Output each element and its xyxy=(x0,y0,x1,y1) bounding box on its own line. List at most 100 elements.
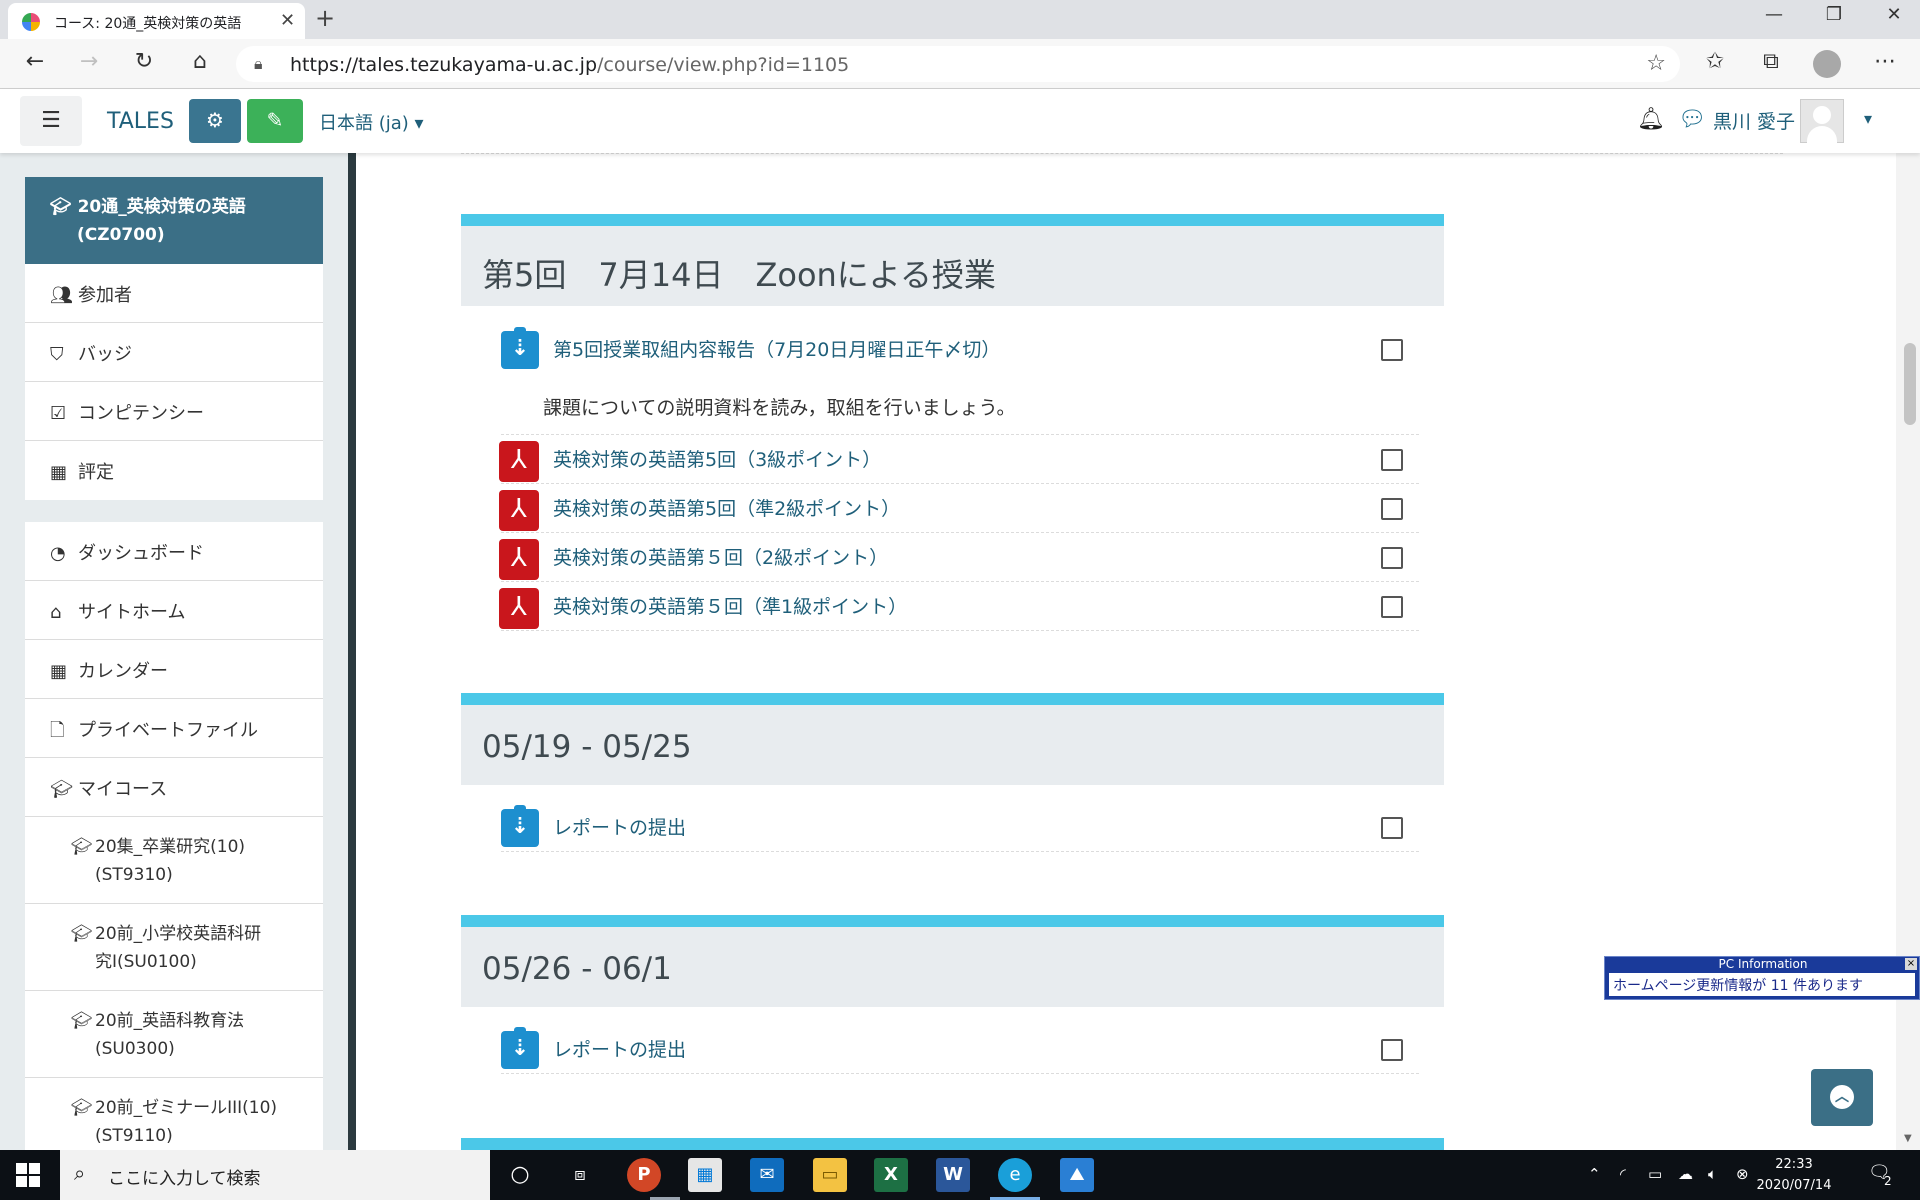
store-icon[interactable]: ▦ xyxy=(688,1158,722,1192)
resource-pdf[interactable]: ⅄ 英検対策の英語第５回（2級ポイント） xyxy=(499,533,1419,582)
activity-link[interactable]: 第5回授業取組内容報告（7月20日月曜日正午〆切） xyxy=(553,335,1000,362)
star-icon[interactable]: ☆ xyxy=(1646,51,1666,76)
close-tab-icon[interactable]: ✕ xyxy=(280,10,295,31)
section-title[interactable]: 05/26 - 06/1 xyxy=(461,915,1444,1007)
url-host: https://tales.tezukayama-u.ac.jp xyxy=(290,54,598,76)
resource-link[interactable]: 英検対策の英語第5回（3級ポイント） xyxy=(553,445,881,472)
excel-icon[interactable]: X xyxy=(874,1158,908,1192)
new-tab-button[interactable]: + xyxy=(315,4,335,32)
more-icon[interactable]: ⋯ xyxy=(1870,49,1900,74)
drawer-item-site-home[interactable]: ⌂ サイトホーム xyxy=(25,581,323,640)
resource-link[interactable]: 英検対策の英語第5回（準2級ポイント） xyxy=(553,494,900,521)
url-input[interactable]: 🔒︎ https://tales.tezukayama-u.ac.jp/cour… xyxy=(236,46,1680,82)
cortana-icon[interactable]: ○ xyxy=(503,1158,537,1192)
onedrive-icon[interactable]: ☁ xyxy=(1678,1165,1693,1183)
completion-checkbox[interactable] xyxy=(1381,547,1403,569)
activity-link[interactable]: レポートの提出 xyxy=(553,1035,686,1062)
maximize-button[interactable]: ❐ xyxy=(1814,4,1854,25)
pdf-icon: ⅄ xyxy=(499,441,539,482)
resource-pdf[interactable]: ⅄ 英検対策の英語第５回（準1級ポイント） xyxy=(499,582,1419,631)
notifications-bell-icon[interactable]: 🔔︎ xyxy=(1637,107,1665,132)
hamburger-icon: ☰ xyxy=(41,108,61,133)
favorites-icon[interactable]: ✩ xyxy=(1700,49,1730,74)
drawer-item-competencies[interactable]: ☑ コンピテンシー xyxy=(25,382,323,441)
drawer-item-badges[interactable]: ⛉ バッジ xyxy=(25,323,323,382)
completion-checkbox[interactable] xyxy=(1381,596,1403,618)
close-window-button[interactable]: ✕ xyxy=(1874,4,1914,25)
language-menu[interactable]: 日本語 (ja) ▾ xyxy=(319,109,424,135)
back-to-top-button[interactable]: ︿ xyxy=(1811,1069,1873,1126)
file-explorer-icon[interactable]: ▭ xyxy=(813,1158,847,1192)
edge-icon[interactable]: e xyxy=(998,1158,1032,1192)
course-content: 第5回 7月14日 Zoonによる授業 ⇣ 第5回授業取組内容報告（7月20日月… xyxy=(356,153,1896,1150)
activity-link[interactable]: レポートの提出 xyxy=(553,813,686,840)
minimize-button[interactable]: — xyxy=(1754,4,1794,25)
activity-assignment[interactable]: ⇣ レポートの提出 xyxy=(501,803,1419,852)
course-name: 20通_英検対策の英語 xyxy=(77,197,246,217)
drawer-toggle-button[interactable]: ☰ xyxy=(20,96,82,146)
resource-link[interactable]: 英検対策の英語第５回（準1級ポイント） xyxy=(553,592,907,619)
course-settings-button[interactable]: ⚙ xyxy=(189,99,241,143)
activity-assignment[interactable]: ⇣ 第5回授業取組内容報告（7月20日月曜日正午〆切） xyxy=(501,325,1419,374)
drawer-item-dashboard[interactable]: ◔ ダッシュボード xyxy=(25,522,323,581)
resource-link[interactable]: 英検対策の英語第５回（2級ポイント） xyxy=(553,543,888,570)
section-accent-bar xyxy=(461,1138,1444,1150)
volume-icon[interactable]: 🔈︎ xyxy=(1708,1165,1717,1183)
drawer-course-link[interactable]: 🎓︎ 20前_小学校英語科研 究I(SU0100) xyxy=(25,904,323,991)
drawer-course-header[interactable]: 🎓︎ 20通_英検対策の英語 (CZ0700) xyxy=(25,177,323,264)
drawer-item-grades[interactable]: ▦ 評定 xyxy=(25,441,323,500)
mute-icon[interactable]: ⊗ xyxy=(1736,1165,1749,1183)
course-link-line1: 20集_卒業研究(10) xyxy=(95,837,246,857)
task-view-icon[interactable]: ⧈ xyxy=(563,1158,597,1192)
drawer-course-link[interactable]: 🎓︎ 20前_ゼミナールIII(10) (ST9110) xyxy=(25,1078,323,1150)
battery-icon[interactable]: ▭ xyxy=(1648,1165,1662,1183)
drawer-course-link[interactable]: 🎓︎ 20前_英語科教育法 (SU0300) xyxy=(25,991,323,1078)
collections-icon[interactable]: ⧉ xyxy=(1756,49,1786,74)
user-menu-caret-icon[interactable]: ▾ xyxy=(1864,109,1872,128)
section-title[interactable]: 05/19 - 05/25 xyxy=(461,693,1444,785)
refresh-icon[interactable]: ↻ xyxy=(129,49,159,74)
windows-start-icon[interactable] xyxy=(16,1163,40,1187)
photos-icon[interactable]: ⛰ xyxy=(1060,1158,1094,1192)
word-icon[interactable]: W xyxy=(936,1158,970,1192)
user-name[interactable]: 黒川 愛子 xyxy=(1713,107,1795,134)
drawer-course-link[interactable]: 🎓︎ 20集_卒業研究(10) (ST9310) xyxy=(25,817,323,904)
powerpoint-icon[interactable]: P xyxy=(627,1158,661,1192)
popup-message[interactable]: ホームページ更新情報が 11 件あります xyxy=(1609,973,1915,996)
profile-icon[interactable] xyxy=(1813,50,1841,78)
completion-checkbox[interactable] xyxy=(1381,817,1403,839)
messages-icon[interactable]: 💬︎ xyxy=(1678,107,1706,132)
completion-checkbox[interactable] xyxy=(1381,498,1403,520)
forward-icon[interactable]: → xyxy=(74,49,104,74)
resource-pdf[interactable]: ⅄ 英検対策の英語第5回（3級ポイント） xyxy=(499,435,1419,484)
home-icon[interactable]: ⌂ xyxy=(185,49,215,74)
taskbar-clock[interactable]: 22:33 2020/07/14 xyxy=(1752,1154,1836,1196)
mail-icon[interactable]: ✉ xyxy=(750,1158,784,1192)
show-hidden-icons-icon[interactable]: ⌃ xyxy=(1588,1165,1601,1183)
drawer-scrollbar[interactable] xyxy=(348,153,356,1150)
browser-tab[interactable]: コース: 20通_英検対策の英語 ✕ xyxy=(8,3,305,39)
drawer-item-calendar[interactable]: ▦ カレンダー xyxy=(25,640,323,699)
resource-pdf[interactable]: ⅄ 英検対策の英語第5回（準2級ポイント） xyxy=(499,484,1419,533)
drawer-item-participants[interactable]: 👥︎ 参加者 xyxy=(25,264,323,323)
taskbar-search-input[interactable]: ⌕ ここに入力して検索 xyxy=(60,1150,490,1200)
user-avatar[interactable] xyxy=(1800,99,1844,144)
edit-mode-button[interactable]: ✎ xyxy=(247,99,303,143)
popup-close-icon[interactable]: × xyxy=(1905,958,1917,970)
site-brand[interactable]: TALES xyxy=(107,109,174,134)
pc-information-popup[interactable]: PC Information × ホームページ更新情報が 11 件あります xyxy=(1604,956,1920,1000)
drawer-item-private-files[interactable]: 🗋 プライベートファイル xyxy=(25,699,323,758)
site-navbar: ☰ TALES ⚙ ✎ 日本語 (ja) ▾ 🔔︎ 💬︎ 黒川 愛子 ▾ xyxy=(0,89,1920,153)
drawer-item-my-courses[interactable]: 🎓︎ マイコース xyxy=(25,758,323,817)
scrollbar-thumb[interactable] xyxy=(1904,343,1916,425)
completion-checkbox[interactable] xyxy=(1381,1039,1403,1061)
scroll-down-icon[interactable]: ▼ xyxy=(1904,1133,1912,1144)
url-text: https://tales.tezukayama-u.ac.jp/course/… xyxy=(290,54,849,76)
completion-checkbox[interactable] xyxy=(1381,339,1403,361)
completion-checkbox[interactable] xyxy=(1381,449,1403,471)
activity-assignment[interactable]: ⇣ レポートの提出 xyxy=(501,1025,1419,1074)
wifi-icon[interactable]: ◜ xyxy=(1620,1165,1626,1183)
course-link-line1: 20前_小学校英語科研 xyxy=(95,924,262,944)
back-icon[interactable]: ← xyxy=(20,49,50,74)
section-title[interactable]: 第5回 7月14日 Zoonによる授業 xyxy=(461,214,1444,306)
